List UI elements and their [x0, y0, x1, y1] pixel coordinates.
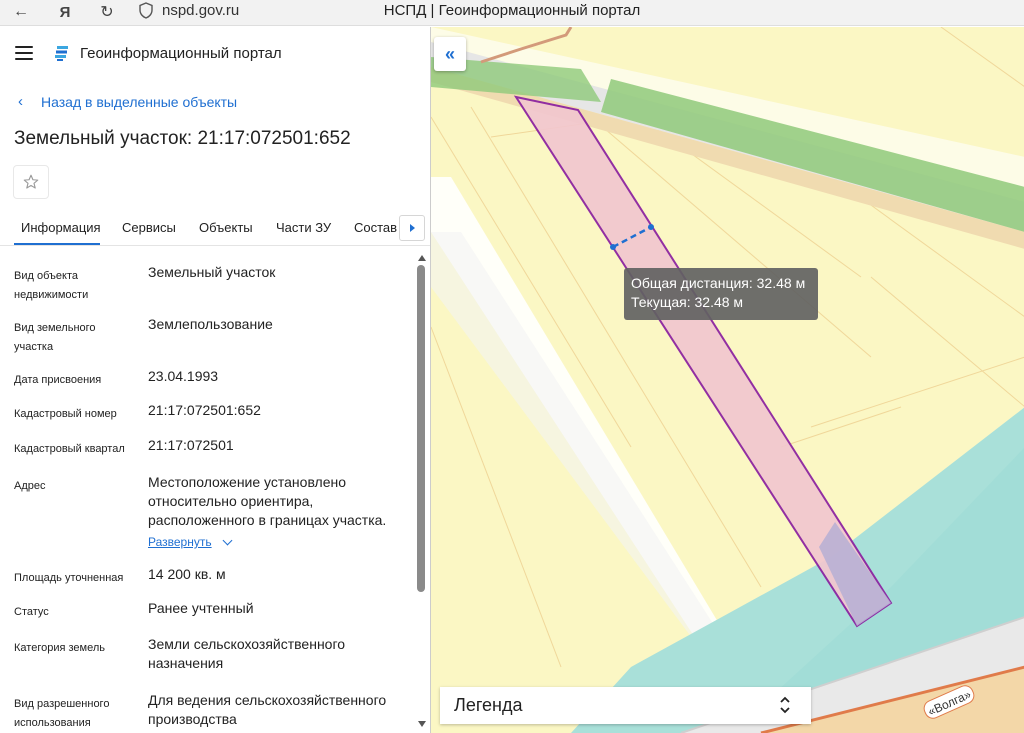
back-link-label: Назад в выделенные объекты	[41, 93, 238, 110]
star-icon	[23, 174, 39, 189]
total-distance: Общая дистанция: 32.48 м	[631, 275, 806, 291]
info-label: Площадь уточненная	[14, 572, 124, 584]
chevron-down-icon	[222, 535, 233, 546]
favorite-button[interactable]	[13, 165, 49, 199]
back-to-selected-link[interactable]: ‹ Назад в выделенные объекты	[18, 93, 237, 110]
info-value: 23.04.1993	[148, 368, 219, 384]
info-list: Вид объекта недвижимости Земельный участ…	[0, 257, 415, 733]
collapse-panel-button[interactable]: «	[434, 37, 466, 71]
tab-services[interactable]: Сервисы	[122, 220, 176, 235]
info-value: Местоположение установлено относительно …	[148, 473, 408, 552]
info-label: Кадастровый номер	[14, 408, 117, 420]
info-label: Вид земельного участка	[14, 322, 96, 353]
info-label: Статус	[14, 606, 49, 618]
shield-icon[interactable]	[139, 2, 153, 19]
chevron-left-icon: ‹	[18, 93, 23, 110]
info-label: Кадастровый квартал	[14, 443, 125, 455]
portal-name: Геоинформационный портал	[80, 45, 282, 62]
menu-icon[interactable]	[15, 46, 33, 60]
info-label: Адрес	[14, 480, 46, 492]
browser-toolbar: ← Я ↻ nspd.gov.ru НСПД | Геоинформационн…	[0, 0, 1024, 26]
info-value: 21:17:072501:652	[148, 402, 261, 418]
scrollbar-thumb[interactable]	[417, 265, 425, 592]
tabs-scroll-right-button[interactable]	[399, 215, 425, 241]
page-title: Земельный участок: 21:17:072501:652	[14, 128, 351, 149]
arrow-right-icon	[409, 224, 415, 232]
reload-icon[interactable]: ↻	[95, 0, 119, 24]
info-value: Ранее учтенный	[148, 600, 254, 616]
address-bar[interactable]: nspd.gov.ru	[162, 2, 239, 19]
map-canvas[interactable]: «Волга»	[430, 27, 1024, 733]
chevron-updown-icon	[780, 696, 790, 714]
info-label: Дата присвоения	[14, 374, 102, 386]
info-value: 14 200 кв. м	[148, 566, 226, 582]
tab-composition[interactable]: Состав	[354, 220, 397, 235]
scroll-down-icon[interactable]	[418, 721, 426, 727]
tab-objects[interactable]: Объекты	[199, 220, 253, 235]
scrollbar[interactable]	[416, 255, 426, 733]
double-chevron-left-icon: «	[444, 43, 455, 64]
scroll-up-icon[interactable]	[418, 255, 426, 261]
legend-label: Легенда	[454, 695, 523, 715]
back-arrow-icon[interactable]: ←	[9, 0, 33, 24]
panel-header: Геоинформационный портал	[0, 27, 430, 82]
legend-dropdown[interactable]: Легенда	[440, 687, 811, 724]
current-distance: Текущая: 32.48 м	[631, 294, 744, 310]
measurement-tooltip: Общая дистанция: 32.48 м Текущая: 32.48 …	[624, 268, 818, 320]
tab-information[interactable]: Информация	[21, 220, 101, 235]
active-tab-indicator	[14, 243, 100, 245]
yandex-logo-icon[interactable]: Я	[53, 0, 77, 24]
window-title: НСПД | Геоинформационный портал	[383, 2, 641, 19]
info-value: Земельный участок	[148, 264, 276, 280]
info-value: Землепользование	[148, 316, 273, 332]
map-layers: «Волга»	[431, 27, 1024, 733]
expand-address-link[interactable]: Развернуть	[148, 533, 233, 552]
info-panel: Геоинформационный портал ‹ Назад в выдел…	[0, 27, 430, 733]
info-label: Категория земель	[14, 642, 105, 654]
info-value: 21:17:072501	[148, 437, 234, 453]
expand-label: Развернуть	[148, 535, 212, 549]
tab-parcel-parts[interactable]: Части ЗУ	[276, 220, 331, 235]
tab-bar: Информация Сервисы Объекты Части ЗУ Сост…	[0, 210, 430, 246]
info-value: Для ведения сельскохозяйственного произв…	[148, 692, 387, 727]
portal-logo-icon[interactable]	[53, 44, 71, 62]
info-label: Вид разрешенного использования	[14, 698, 110, 729]
info-label: Вид объекта недвижимости	[14, 270, 89, 301]
info-value: Земли сельскохозяйственного назначения	[148, 636, 346, 671]
address-text: Местоположение установлено относительно …	[148, 474, 387, 528]
